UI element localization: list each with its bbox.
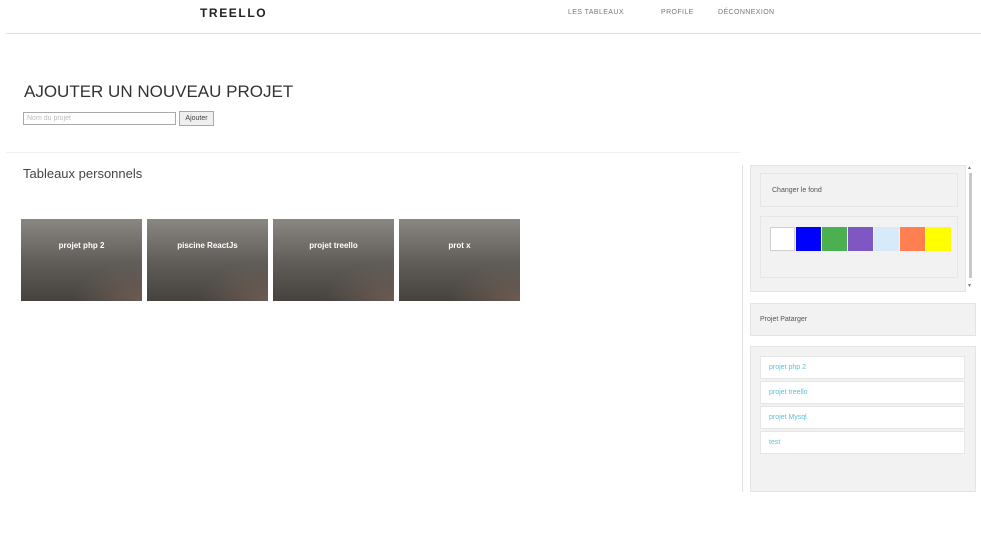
board-card[interactable]: prot x [399,219,520,301]
shared-project-item[interactable]: projet php 2 [760,356,965,379]
board-title: piscine ReactJs [177,241,238,250]
change-background-box: Changer le fond [760,173,958,207]
color-swatch-white[interactable] [770,227,795,251]
color-swatch-purple[interactable] [848,227,873,251]
board-title: prot x [448,241,471,250]
board-title: projet treello [309,241,358,250]
shared-project-item[interactable]: test [760,431,965,454]
board-card[interactable]: piscine ReactJs [147,219,268,301]
scroll-down-icon[interactable]: ▼ [967,283,972,289]
color-swatch-orange[interactable] [900,227,925,251]
shared-projects-header: Projet Patarger [750,303,976,336]
shared-projects-title: Projet Patarger [760,316,808,323]
nav-les-tableaux[interactable]: LES TABLEAUX [568,9,624,16]
shared-project-item[interactable]: projet treello [760,381,965,404]
change-background-label: Changer le fond [772,187,822,194]
board-card[interactable]: projet php 2 [21,219,142,301]
shared-project-item[interactable]: projet Mysql [760,406,965,429]
sidebar-scrollbar[interactable]: ▲ ▼ [966,165,974,291]
header-divider [6,33,981,34]
page-title: AJOUTER UN NOUVEAU PROJET [24,82,294,101]
nav-deconnexion[interactable]: DÉCONNEXION [718,9,775,16]
brand-logo[interactable]: TREELLO [200,6,267,20]
personal-boards-title: Tableaux personnels [23,166,143,181]
sidebar-divider [742,165,743,492]
section-divider [6,152,740,153]
top-navbar: TREELLO LES TABLEAUX PROFILE DÉCONNEXION [0,0,981,33]
color-swatch-blue[interactable] [796,227,821,251]
board-card[interactable]: projet treello [273,219,394,301]
project-name-input[interactable] [23,112,176,125]
scroll-up-icon[interactable]: ▲ [967,165,972,171]
board-title: projet php 2 [58,241,105,250]
color-swatch-yellow[interactable] [926,227,951,251]
color-swatch-lightblue[interactable] [874,227,899,251]
scrollbar-thumb[interactable] [969,173,972,278]
add-project-button[interactable]: Ajouter [179,111,214,126]
nav-profile[interactable]: PROFILE [661,9,694,16]
color-swatch-green[interactable] [822,227,847,251]
